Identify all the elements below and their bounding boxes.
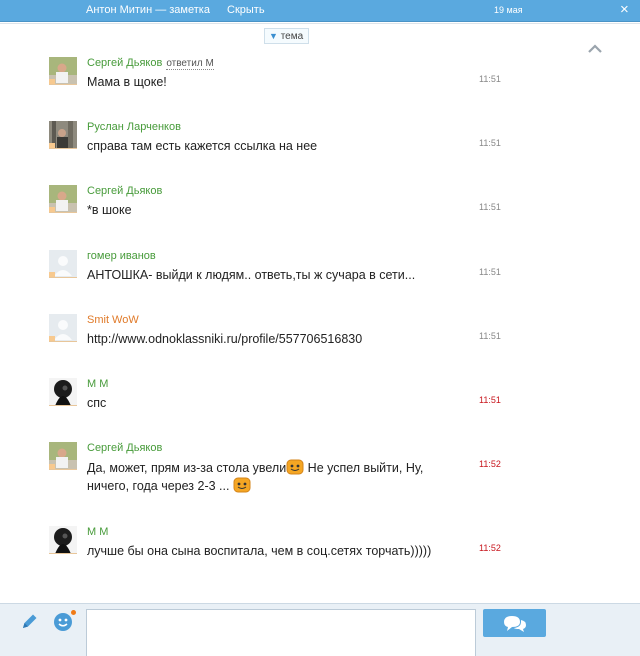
message-item: Сергей Дьяков Да, может, прям из-за стол… — [48, 442, 518, 512]
author-name[interactable]: Smit WoW — [87, 314, 139, 326]
message-text: лучше бы она сына воспитала, чем в соц.с… — [87, 544, 432, 558]
message-item: М М спс 11:51 — [48, 378, 518, 438]
topic-toggle[interactable]: ▼ тема — [264, 28, 310, 44]
triangle-down-icon: ▼ — [269, 31, 278, 41]
chevron-up-icon[interactable] — [586, 42, 604, 58]
topic-label: тема — [280, 31, 304, 42]
author-name[interactable]: М М — [87, 378, 108, 390]
avatar[interactable] — [49, 378, 77, 406]
pencil-icon[interactable] — [20, 611, 40, 631]
message-text: спс — [87, 396, 107, 410]
chat-bubbles-icon — [504, 616, 526, 632]
smiley-icon — [233, 477, 251, 493]
message-time: 11:52 — [479, 543, 501, 553]
hide-button[interactable]: Скрыть — [227, 4, 265, 16]
message-text: АНТОШКА- выйди к людям.. ответь,ты ж суч… — [87, 268, 416, 282]
message-input[interactable] — [86, 609, 476, 656]
message-author[interactable]: Сергей Дьяков ответил М — [87, 57, 214, 70]
avatar[interactable] — [49, 57, 77, 85]
send-button[interactable] — [483, 609, 546, 637]
message-item: Руслан Ларченков справа там есть кажется… — [48, 121, 518, 181]
author-name[interactable]: Сергей Дьяков — [87, 442, 162, 454]
message-time: 11:51 — [479, 331, 501, 341]
message-text: *в шоке — [87, 203, 132, 217]
message-time: 11:52 — [479, 459, 501, 469]
message-text[interactable]: http://www.odnoklassniki.ru/profile/5577… — [87, 331, 439, 348]
avatar[interactable] — [49, 526, 77, 554]
author-name[interactable]: Руслан Ларченков — [87, 121, 181, 133]
message-item: Smit WoW http://www.odnoklassniki.ru/pro… — [48, 314, 518, 374]
message-text: Да, может, прям из-за стола увели Не усп… — [87, 459, 439, 495]
smiley-icon[interactable] — [52, 610, 76, 632]
message-item: Сергей Дьяков *в шоке 11:51 — [48, 185, 518, 245]
divider — [0, 23, 640, 24]
notification-dot — [71, 610, 76, 615]
avatar[interactable] — [49, 442, 77, 470]
message-text-part: Да, может, прям из-за стола увели — [87, 461, 287, 475]
author-name[interactable]: гомер иванов — [87, 250, 156, 262]
message-text: справа там есть кажется ссылка на нее — [87, 139, 318, 153]
conversation-title[interactable]: Антон Митин — заметка — [86, 4, 210, 16]
close-icon[interactable]: × — [620, 1, 629, 18]
avatar[interactable] — [49, 185, 77, 213]
message-item: Сергей Дьяков ответил М Мама в щоке! 11:5… — [48, 57, 518, 117]
message-time: 11:51 — [479, 395, 501, 405]
message-text: Мама в щоке! — [87, 75, 167, 89]
message-time: 11:51 — [479, 202, 501, 212]
message-time: 11:51 — [479, 74, 501, 84]
message-time: 11:51 — [479, 138, 501, 148]
avatar[interactable] — [49, 314, 77, 342]
message-item: гомер иванов АНТОШКА- выйди к людям.. от… — [48, 250, 518, 310]
avatar[interactable] — [49, 121, 77, 149]
header-date: 19 мая — [494, 5, 523, 15]
header-bar: Антон Митин — заметка Скрыть 19 мая × — [0, 0, 640, 22]
author-name[interactable]: М М — [87, 526, 108, 538]
author-name[interactable]: Сергей Дьяков — [87, 185, 162, 197]
reply-to-link[interactable]: ответил М — [166, 58, 214, 70]
avatar[interactable] — [49, 250, 77, 278]
smiley-icon — [286, 459, 304, 475]
message-item: М М лучше бы она сына воспитала, чем в с… — [48, 526, 518, 586]
author-name[interactable]: Сергей Дьяков — [87, 57, 162, 69]
message-time: 11:51 — [479, 267, 501, 277]
